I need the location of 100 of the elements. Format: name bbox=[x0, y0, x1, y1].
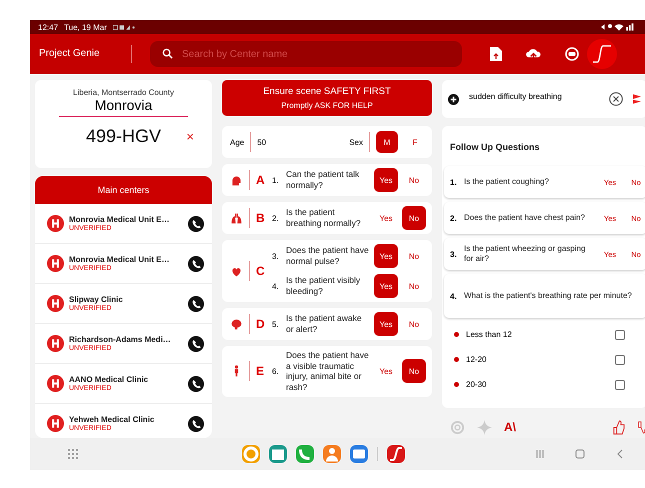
center-name: Monrovia Medical Unit E… bbox=[69, 215, 170, 224]
vehicle-code: 499-HGV bbox=[86, 126, 162, 146]
document-icon[interactable] bbox=[490, 47, 502, 61]
choice-label: 12-20 bbox=[466, 355, 488, 364]
question-text: Does the patient have chest pain? bbox=[464, 213, 586, 223]
center-name: Slipway Clinic bbox=[69, 295, 124, 304]
profile-button[interactable] bbox=[587, 39, 617, 69]
bullet-dot bbox=[454, 357, 459, 362]
question-number: 3. bbox=[272, 252, 280, 260]
answer-option[interactable]: Yes bbox=[374, 206, 398, 230]
notification-icons bbox=[112, 24, 135, 30]
upload-icon[interactable] bbox=[526, 48, 541, 60]
center-name: AANO Medical Clinic bbox=[69, 375, 150, 384]
thumbs-up-icon[interactable] bbox=[612, 420, 625, 434]
answer-option[interactable]: Yes bbox=[374, 244, 398, 268]
center-name: Monrovia Medical Unit E… bbox=[69, 255, 170, 264]
question-number: 2. bbox=[272, 214, 280, 222]
clear-button[interactable]: × bbox=[186, 128, 194, 144]
answer-option[interactable]: No bbox=[402, 244, 426, 268]
question-number: 1. bbox=[450, 178, 458, 186]
question-number: 1. bbox=[272, 176, 280, 184]
sex-option[interactable]: M bbox=[376, 131, 398, 153]
model-logo[interactable]: A\ bbox=[504, 420, 600, 434]
answer-option[interactable]: No bbox=[402, 359, 426, 384]
hospital-icon bbox=[47, 215, 64, 232]
answer-option[interactable]: No bbox=[402, 168, 426, 192]
phone-icon[interactable] bbox=[188, 256, 204, 272]
step-letter: E bbox=[256, 364, 266, 378]
answer-option[interactable]: No bbox=[402, 312, 426, 336]
curve-icon bbox=[593, 44, 611, 64]
hospital-icon bbox=[47, 375, 64, 392]
bullet-dot bbox=[454, 382, 459, 387]
app-icon[interactable] bbox=[269, 445, 287, 463]
question-number: 6. bbox=[272, 366, 280, 376]
center-name: Yehweh Medical Clinic bbox=[69, 415, 156, 424]
answer-option[interactable]: No bbox=[402, 274, 426, 298]
add-icon[interactable] bbox=[448, 94, 459, 104]
status-time: 12:47 bbox=[38, 22, 58, 32]
question-text: What is the patient's breathing rate per minute? bbox=[464, 291, 633, 301]
question-text: Is the patient breathing normally? bbox=[286, 207, 362, 229]
center-name: Richardson-Adams Medi… bbox=[69, 335, 172, 344]
panel-header: Main centers bbox=[35, 176, 212, 204]
checkbox[interactable] bbox=[615, 380, 625, 390]
question-number: 2. bbox=[450, 214, 458, 222]
city-name: Monrovia bbox=[59, 97, 188, 117]
question-text: Can the patient talk normally? bbox=[286, 169, 360, 191]
recents-icon[interactable] bbox=[535, 449, 545, 459]
question-number: 5. bbox=[272, 320, 280, 328]
home-icon[interactable] bbox=[575, 449, 585, 459]
search-field[interactable]: Search by Center name bbox=[150, 41, 462, 67]
sex-option[interactable]: F bbox=[404, 131, 426, 153]
phone-icon[interactable] bbox=[188, 296, 204, 312]
checkbox[interactable] bbox=[615, 354, 625, 364]
hospital-icon bbox=[47, 295, 64, 312]
step-letter: D bbox=[256, 317, 266, 331]
answer-option[interactable]: Yes bbox=[374, 168, 398, 192]
step-letter: C bbox=[256, 264, 266, 278]
question-number: 4. bbox=[450, 292, 458, 300]
answer-option[interactable]: No bbox=[402, 206, 426, 230]
answer-option[interactable]: Yes bbox=[374, 274, 398, 298]
back-icon[interactable] bbox=[615, 449, 625, 459]
answer-option[interactable]: Yes bbox=[374, 312, 398, 336]
app-icon[interactable] bbox=[296, 445, 314, 463]
phone-icon[interactable] bbox=[188, 376, 204, 392]
question-text: Is the patient wheezing or gasping for air? bbox=[464, 244, 586, 264]
banner-line: Ensure scene SAFETY FIRST bbox=[262, 86, 392, 97]
bullet-dot bbox=[454, 332, 459, 337]
question-text: Does the patient have normal pulse? bbox=[286, 245, 370, 267]
question-text: Does the patient have a visible traumatic injury, animal bite or rash? bbox=[286, 350, 370, 392]
age-value: 50 bbox=[257, 138, 268, 146]
phone-icon[interactable] bbox=[188, 336, 204, 352]
hospital-icon bbox=[47, 255, 64, 272]
phone-icon[interactable] bbox=[188, 216, 204, 232]
choice-label: 20-30 bbox=[466, 380, 488, 389]
step-letter: A bbox=[256, 173, 266, 187]
app-icon[interactable] bbox=[387, 445, 405, 463]
phone-icon[interactable] bbox=[188, 416, 204, 432]
hospital-icon bbox=[47, 415, 64, 432]
banner-line: Promptly ASK FOR HELP bbox=[280, 101, 374, 110]
question-number: 3. bbox=[450, 250, 458, 258]
app-icon[interactable] bbox=[350, 445, 368, 463]
status-date: Tue, 19 Mar bbox=[64, 22, 107, 32]
region-label: Liberia, Montserrado County bbox=[72, 88, 175, 97]
question-number: 4. bbox=[272, 282, 280, 290]
field-label: Sex bbox=[349, 138, 363, 146]
apps-grid-icon[interactable] bbox=[68, 449, 78, 459]
complaint-text: sudden difficulty breathing bbox=[469, 92, 563, 100]
app-icon[interactable] bbox=[323, 445, 341, 463]
app-title: Project Genie bbox=[39, 45, 132, 63]
answer-option[interactable]: Yes bbox=[374, 359, 398, 384]
clear-icon[interactable] bbox=[609, 92, 623, 106]
panel-title: Follow Up Questions bbox=[449, 141, 540, 154]
choice-label: Less than 12 bbox=[466, 330, 513, 339]
question-text: Is the patient coughing? bbox=[464, 177, 550, 187]
search-icon bbox=[162, 48, 173, 59]
checkbox[interactable] bbox=[615, 330, 625, 340]
hospital-icon bbox=[47, 335, 64, 352]
step-letter: B bbox=[256, 211, 266, 225]
field-label: Age bbox=[230, 138, 244, 146]
question-text: Is the patient visibly bleeding? bbox=[286, 275, 362, 297]
